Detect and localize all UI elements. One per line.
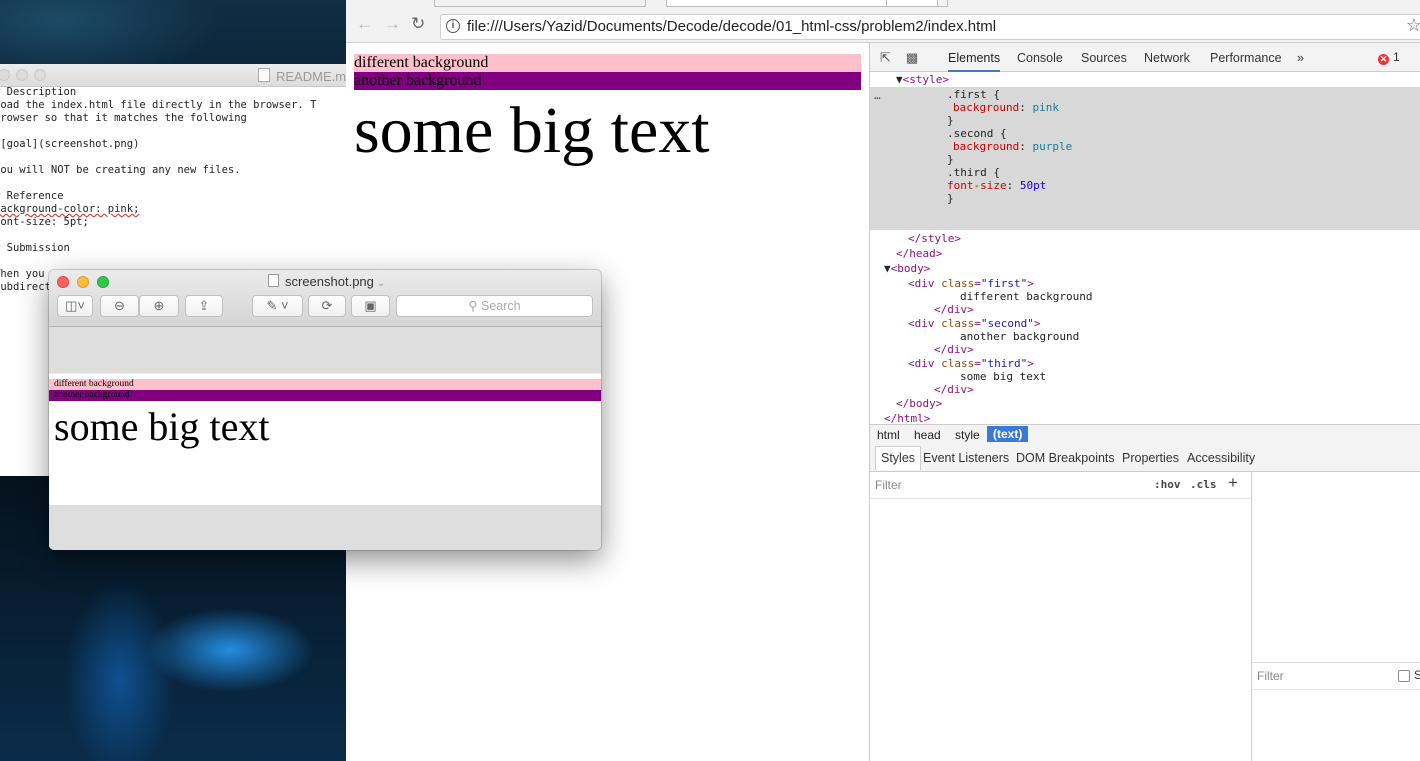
sidebar-toggle-button[interactable]: ◫˅ — [57, 295, 93, 317]
address-bar[interactable]: i file:///Users/Yazid/Documents/Decode/d… — [440, 14, 1420, 40]
dom-text-third[interactable]: some big text — [960, 370, 1046, 383]
selected-style-text[interactable]: … .first { background: pink } .second { … — [870, 87, 1420, 230]
tab-dom-breakpoints[interactable]: DOM Breakpoints — [1016, 451, 1115, 465]
screenshot-image[interactable]: different background another background … — [49, 373, 601, 505]
readme-title: README.md — [258, 68, 353, 84]
computed-filter-input[interactable]: Filter — [1257, 669, 1284, 683]
browser-tab[interactable] — [434, 0, 646, 7]
tab-properties[interactable]: Properties — [1122, 451, 1179, 465]
tab-sources[interactable]: Sources — [1081, 51, 1127, 65]
device-toolbar-icon[interactable]: ▩ — [906, 50, 920, 65]
page-third-div: some big text — [354, 94, 710, 167]
minimize-button[interactable] — [77, 276, 89, 288]
devtools-tabbar: ⇱ ▩ Elements Console Sources Network Per… — [870, 43, 1420, 72]
crumb-style[interactable]: style — [955, 428, 980, 442]
zoom-in-button[interactable]: ⊕ — [139, 295, 179, 317]
bookmark-star-icon[interactable]: ☆ — [1406, 15, 1420, 36]
preview-canvas: different background another background … — [49, 327, 601, 550]
computed-filter-row: Filter S — [1252, 662, 1420, 690]
readme-text[interactable]: # Description Load the index.html file d… — [0, 86, 316, 294]
page-first-div: different background — [354, 54, 861, 72]
preview-titlebar[interactable]: screenshot.png ⌄ ◫˅ ⊖ ⊕ ⇪ ✎ ˅ ⟳ ▣ ⚲ Searc… — [49, 270, 601, 327]
computed-pane: Filter S — [1252, 472, 1420, 761]
dom-text-first[interactable]: different background — [960, 290, 1092, 303]
zoom-button[interactable] — [34, 69, 46, 81]
back-arrow-icon[interactable]: ← — [356, 14, 373, 34]
dom-html-close[interactable]: </html> — [884, 412, 930, 424]
browser-toolbar: ← → ↻ i file:///Users/Yazid/Documents/De… — [346, 0, 1420, 43]
dom-body-close[interactable]: </body> — [896, 397, 942, 410]
ellipsis-icon[interactable]: … — [874, 89, 881, 102]
crumb-html[interactable]: html — [877, 428, 900, 442]
preview-title[interactable]: screenshot.png ⌄ — [268, 274, 385, 289]
zoom-out-icon: ⊖ — [114, 298, 125, 313]
info-icon[interactable]: i — [446, 19, 460, 33]
markup-button[interactable]: ✎ ˅ — [252, 295, 303, 317]
tab-event-listeners[interactable]: Event Listeners — [923, 451, 1009, 465]
breadcrumb: html head style (text) — [870, 424, 1420, 446]
show-all-checkbox[interactable] — [1398, 670, 1410, 682]
dom-text-second[interactable]: another background — [960, 330, 1079, 343]
reload-icon[interactable]: ↻ — [411, 14, 425, 34]
image-file-icon — [268, 274, 279, 287]
search-input[interactable]: ⚲ Search — [396, 295, 593, 317]
rotate-button[interactable]: ⟳ — [308, 295, 346, 317]
zoom-in-icon: ⊕ — [153, 298, 165, 313]
page-second-div: another background — [354, 72, 861, 90]
preview-window: screenshot.png ⌄ ◫˅ ⊖ ⊕ ⇪ ✎ ˅ ⟳ ▣ ⚲ Searc… — [49, 270, 601, 550]
minimize-button[interactable] — [16, 69, 28, 81]
tab-accessibility[interactable]: Accessibility — [1187, 451, 1255, 465]
cls-toggle[interactable]: .cls — [1190, 478, 1217, 491]
tab-elements[interactable]: Elements — [948, 51, 1001, 72]
new-style-rule-button[interactable]: + — [1228, 473, 1238, 493]
dom-tree[interactable]: ▼<style> … .first { background: pink } .… — [870, 72, 1420, 424]
readme-titlebar[interactable]: README.md — [0, 64, 353, 87]
preview-first-div: different background — [49, 379, 601, 390]
show-all-label: S — [1414, 668, 1420, 682]
url-text: file:///Users/Yazid/Documents/Decode/dec… — [467, 18, 997, 35]
hov-toggle[interactable]: :hov — [1154, 478, 1181, 491]
styles-subtabs: Styles Event Listeners DOM Breakpoints P… — [870, 445, 1420, 472]
tab-performance[interactable]: Performance — [1210, 51, 1282, 65]
styles-filter-row: Filter :hov .cls + — [870, 472, 1251, 499]
preview-second-div: another background — [49, 390, 601, 401]
dom-style-open[interactable]: <style> — [903, 73, 949, 86]
browser-tab[interactable] — [886, 0, 948, 7]
tab-console[interactable]: Console — [1017, 51, 1063, 65]
styles-filter-input[interactable]: Filter — [875, 478, 902, 492]
dom-head-close[interactable]: </head> — [896, 247, 942, 260]
forward-arrow-icon[interactable]: → — [384, 14, 401, 34]
chevron-down-icon: ⌄ — [376, 278, 386, 289]
search-icon: ⚲ — [468, 299, 482, 313]
dom-style-close[interactable]: </style> — [908, 232, 961, 245]
toolbox-icon: ▣ — [364, 298, 377, 313]
preview-third-div: some big text — [54, 404, 270, 449]
zoom-button[interactable] — [97, 276, 109, 288]
more-tabs-button[interactable]: » — [1297, 51, 1304, 65]
tab-network[interactable]: Network — [1144, 51, 1190, 65]
error-counter[interactable]: ✕ 1 — [1378, 50, 1400, 65]
styles-pane: Filter :hov .cls + — [870, 472, 1252, 761]
sidebar-icon: ◫˅ — [65, 298, 85, 313]
zoom-out-button[interactable]: ⊖ — [100, 295, 139, 317]
tab-styles[interactable]: Styles — [875, 446, 922, 470]
close-button[interactable] — [0, 69, 10, 81]
toolbox-button[interactable]: ▣ — [351, 295, 390, 317]
devtools-panel: ⇱ ▩ Elements Console Sources Network Per… — [870, 43, 1420, 761]
crumb-head[interactable]: head — [914, 428, 941, 442]
dom-body-open[interactable]: <body> — [891, 262, 931, 275]
document-icon — [258, 68, 270, 82]
inspect-element-icon[interactable]: ⇱ — [880, 50, 894, 65]
share-button[interactable]: ⇪ — [185, 295, 223, 317]
crumb-text[interactable]: (text) — [987, 426, 1029, 442]
pen-icon: ✎ ˅ — [266, 298, 289, 313]
error-icon: ✕ — [1378, 54, 1389, 65]
close-button[interactable] — [57, 276, 69, 288]
rotate-icon: ⟳ — [321, 298, 333, 313]
share-icon: ⇪ — [198, 298, 210, 313]
tab-strip — [406, 0, 1306, 7]
